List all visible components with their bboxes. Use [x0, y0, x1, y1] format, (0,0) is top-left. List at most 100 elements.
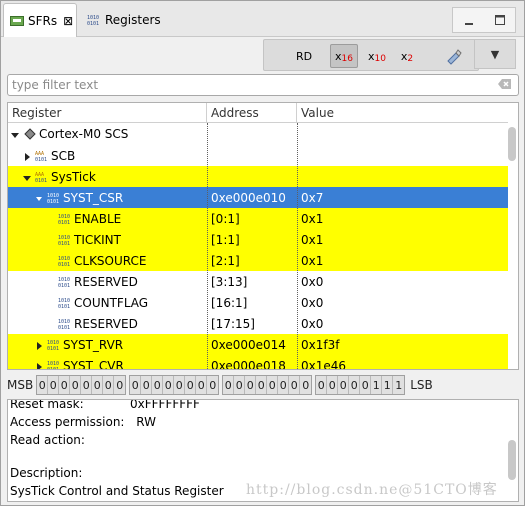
clear-filter-icon[interactable] [498, 78, 512, 92]
table-row[interactable]: 1010 0101 ENABLE [0:1] 0x1 [8, 208, 508, 229]
bit-cell[interactable]: 0 [360, 376, 372, 394]
dec-format-button[interactable]: x 10 [366, 44, 388, 68]
table-row[interactable]: 1010 0101 RESERVED [17:15] 0x0 [8, 313, 508, 334]
collapsed-arrow-icon[interactable] [34, 361, 44, 369]
peripheral-icon: AAA 0101 [35, 150, 49, 163]
bit-cell[interactable]: 0 [141, 376, 153, 394]
scrollbar-thumb[interactable] [508, 440, 516, 480]
bit-cell[interactable]: 0 [152, 376, 164, 394]
bit-cell[interactable]: 1 [371, 376, 383, 394]
table-row[interactable]: 1010 0101 COUNTFLAG [16:1] 0x0 [8, 292, 508, 313]
bit-cell[interactable]: 0 [103, 376, 115, 394]
row-name: SYST_CSR [63, 190, 124, 205]
tab-registers-label: Registers [105, 13, 161, 27]
filter-input[interactable]: type filter text [7, 74, 519, 96]
svg-text:0101: 0101 [35, 157, 47, 162]
bit-cell[interactable]: 0 [316, 376, 328, 394]
msb-label: MSB [7, 378, 34, 392]
expanded-arrow-icon[interactable] [10, 129, 20, 139]
bit-cell[interactable]: 0 [338, 376, 350, 394]
bit-cell[interactable]: 0 [278, 376, 290, 394]
row-address: 0xe000e010 [211, 190, 286, 205]
row-name: ENABLE [74, 211, 122, 226]
view-menu-button[interactable]: ▼ [474, 39, 516, 69]
table-row[interactable]: AAA 0101 SCB [8, 145, 508, 166]
bit-cell[interactable]: 0 [196, 376, 208, 394]
bit-cell[interactable]: 0 [185, 376, 197, 394]
row-value [297, 123, 508, 144]
svg-text:0101: 0101 [47, 346, 59, 351]
row-value: 0x0 [301, 274, 324, 289]
tab-registers[interactable]: 1010 0101 Registers [81, 3, 167, 37]
bit-cell[interactable]: 0 [349, 376, 361, 394]
bit-group-1: 00000000 [129, 375, 220, 395]
bit-cell[interactable]: 0 [81, 376, 93, 394]
bit-cell[interactable]: 0 [174, 376, 186, 394]
field-icon: 1010 0101 [58, 255, 72, 268]
scrollbar-thumb[interactable] [508, 127, 516, 161]
row-address [207, 145, 297, 166]
column-header-address[interactable]: Address [207, 103, 297, 123]
table-row[interactable]: 1010 0101 RESERVED [3:13] 0x0 [8, 271, 508, 292]
row-address: [1:1] [211, 232, 240, 247]
collapsed-arrow-icon[interactable] [34, 340, 44, 350]
table-row[interactable]: 1010 0101 SYST_CVR 0xe000e018 0x1e46 [8, 355, 508, 369]
expanded-arrow-icon[interactable] [34, 193, 44, 203]
table-row[interactable]: Cortex-M0 SCS [8, 123, 508, 144]
table-row-selected[interactable]: 1010 0101 SYST_CSR 0xe000e010 0x7 [8, 187, 508, 208]
filter-placeholder: type filter text [12, 78, 99, 92]
table-row[interactable]: AAA 0101 SysTick [8, 166, 508, 187]
field-icon: 1010 0101 [58, 318, 72, 331]
table-row[interactable]: 1010 0101 CLKSOURCE [2:1] 0x1 [8, 250, 508, 271]
bit-cell[interactable]: 0 [163, 376, 175, 394]
read-action-label: Read action: [10, 433, 85, 447]
hex-format-button[interactable]: x 16 [330, 44, 358, 68]
column-header-value[interactable]: Value [297, 103, 508, 123]
bit-cell[interactable]: 0 [245, 376, 257, 394]
bit-cell[interactable]: 0 [70, 376, 82, 394]
collapsed-arrow-icon[interactable] [22, 151, 32, 161]
bit-cell[interactable]: 0 [92, 376, 104, 394]
table-row[interactable]: 1010 0101 TICKINT [1:1] 0x1 [8, 229, 508, 250]
minimize-icon[interactable] [453, 8, 484, 32]
bit-cell[interactable]: 0 [59, 376, 71, 394]
row-address: [3:13] [211, 274, 248, 289]
row-name: SCB [51, 148, 76, 163]
read-button[interactable]: RD [292, 44, 316, 68]
bit-cell[interactable]: 0 [37, 376, 49, 394]
description-scrollbar[interactable] [508, 440, 516, 500]
table-row[interactable]: 1010 0101 SYST_RVR 0xe000e014 0x1f3f [8, 334, 508, 355]
maximize-icon[interactable] [484, 8, 515, 32]
bit-cell[interactable]: 1 [382, 376, 394, 394]
chip-icon [23, 127, 37, 140]
row-value: 0x0 [301, 295, 324, 310]
bin-format-button[interactable]: x2 [398, 44, 416, 68]
bit-cell[interactable]: 0 [223, 376, 235, 394]
bit-cell[interactable]: 0 [256, 376, 268, 394]
bit-cell[interactable]: 0 [300, 376, 311, 394]
bit-cell[interactable]: 0 [234, 376, 246, 394]
bit-cell[interactable]: 0 [267, 376, 279, 394]
bit-field-bar: MSB 00000000 00000000 00000000 00000111 … [7, 374, 519, 396]
expanded-arrow-icon[interactable] [22, 172, 32, 182]
table-scrollbar[interactable] [508, 123, 516, 369]
svg-text:0101: 0101 [47, 199, 59, 204]
clear-icon[interactable] [442, 44, 464, 68]
bit-group-3: 00000111 [315, 375, 406, 395]
access-permission-row: Access permission: RW [10, 415, 156, 429]
row-address: [17:15] [211, 316, 255, 331]
bit-cell[interactable]: 1 [393, 376, 404, 394]
svg-text:0101: 0101 [58, 283, 70, 288]
dec-format-subscript: 10 [374, 54, 386, 64]
bit-cell[interactable]: 0 [327, 376, 339, 394]
close-icon[interactable]: ⊠ [63, 14, 73, 28]
column-header-register[interactable]: Register [8, 103, 207, 123]
svg-text:0101: 0101 [35, 178, 47, 183]
bit-cell[interactable]: 0 [207, 376, 218, 394]
row-name: COUNTFLAG [74, 295, 149, 310]
tab-sfrs[interactable]: SFRs ⊠ [3, 3, 77, 38]
bit-cell[interactable]: 0 [114, 376, 125, 394]
bit-cell[interactable]: 0 [48, 376, 60, 394]
bit-cell[interactable]: 0 [130, 376, 142, 394]
bit-cell[interactable]: 0 [289, 376, 301, 394]
